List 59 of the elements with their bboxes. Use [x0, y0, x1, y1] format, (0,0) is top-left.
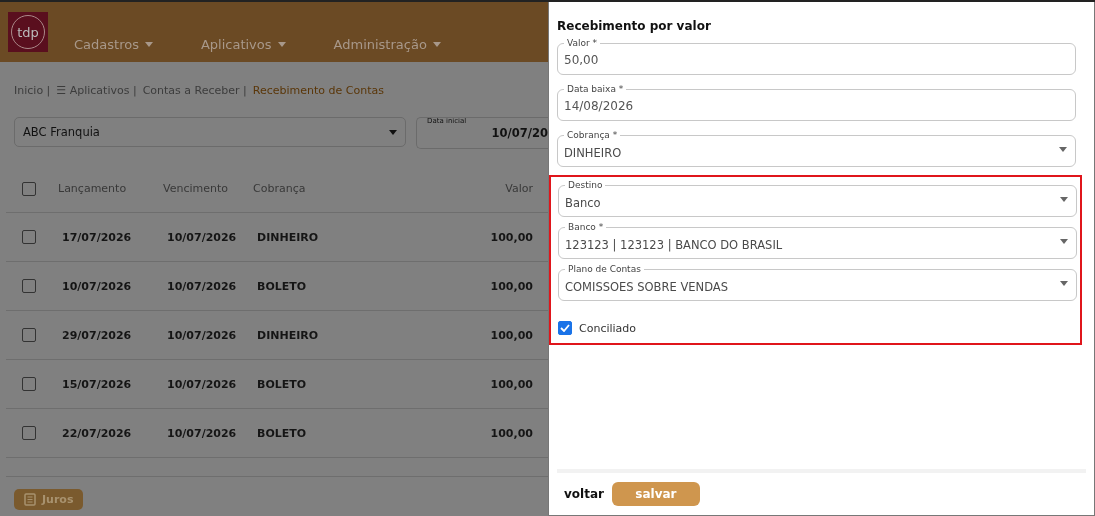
- checkbox[interactable]: [22, 279, 36, 293]
- caret-icon: [1060, 280, 1068, 286]
- column-header: Cobrança: [253, 182, 307, 195]
- table-cell-text: DINHEIRO: [256, 230, 320, 244]
- checkbox[interactable]: [22, 377, 36, 391]
- column-header: Lançamento: [58, 182, 128, 195]
- drawer-title: Recebimento por valor: [557, 19, 712, 33]
- caret-icon: [389, 129, 397, 135]
- caret-icon: [1059, 146, 1067, 152]
- menu-item[interactable]: Cadastros: [74, 36, 153, 52]
- menu-item[interactable]: Aplicativos: [200, 36, 286, 52]
- field-label: Banco *: [565, 221, 607, 233]
- breadcrumb-link[interactable]: Recebimento de Contas: [252, 84, 384, 97]
- field-label: Data baixa *: [564, 83, 627, 95]
- table-cell-text: 100,00: [489, 279, 533, 293]
- table-cell-text: BOLETO: [256, 377, 308, 391]
- save-button[interactable]: salvar: [611, 482, 700, 506]
- table-cell-text: 10/07/2026: [166, 426, 238, 440]
- table-cell-text: 100,00: [489, 328, 533, 342]
- caret-icon: [432, 41, 441, 47]
- table-cell-text: BOLETO: [256, 426, 308, 440]
- document-icon: [24, 493, 36, 506]
- table-cell-text: 100,00: [489, 426, 533, 440]
- table-cell-text: 17/07/2026: [61, 230, 133, 244]
- back-button[interactable]: voltar: [564, 487, 604, 501]
- field-label: Destino: [565, 179, 606, 191]
- table-cell-text: 10/07/2026: [61, 279, 133, 293]
- table-cell-text: 10/07/2026: [166, 279, 238, 293]
- menu-item[interactable]: Administração: [333, 36, 441, 52]
- breadcrumb-link[interactable]: Inicio |: [14, 84, 51, 97]
- table-cell-text: 100,00: [489, 230, 533, 244]
- table-cell-text: 100,00: [489, 377, 533, 391]
- checkbox[interactable]: [22, 181, 36, 196]
- caret-icon: [1060, 196, 1068, 202]
- checkbox-label: Conciliado: [579, 321, 637, 335]
- caret-icon: [1060, 238, 1068, 244]
- table-cell-text: 15/07/2026: [61, 377, 133, 391]
- select-field[interactable]: ABC Franquia: [14, 117, 406, 147]
- table-cell-text: 22/07/2026: [61, 426, 133, 440]
- table-cell-text: 29/07/2026: [61, 328, 133, 342]
- field-label: Plano de Contas: [565, 263, 644, 275]
- checkbox[interactable]: [22, 328, 36, 342]
- table-cell-text: 10/07/2026: [166, 377, 238, 391]
- breadcrumb-link[interactable]: Contas a Receber |: [142, 84, 247, 97]
- caret-icon: [277, 41, 286, 47]
- logo: tdp: [8, 12, 48, 52]
- table-cell-text: 10/07/2026: [166, 230, 238, 244]
- checkbox[interactable]: [558, 321, 572, 335]
- field-label: Valor *: [564, 37, 601, 49]
- table-cell-text: DINHEIRO: [256, 328, 320, 342]
- caret-icon: [144, 41, 153, 47]
- table-cell-text: 10/07/2026: [166, 328, 238, 342]
- breadcrumb-link[interactable]: ☰ Aplicativos |: [56, 84, 137, 97]
- checkbox[interactable]: [22, 230, 36, 244]
- table-cell-text: BOLETO: [256, 279, 308, 293]
- field-label: Cobrança *: [564, 129, 621, 141]
- column-header: Valor: [504, 182, 533, 195]
- column-header: Vencimento: [163, 182, 229, 195]
- checkbox[interactable]: [22, 426, 36, 440]
